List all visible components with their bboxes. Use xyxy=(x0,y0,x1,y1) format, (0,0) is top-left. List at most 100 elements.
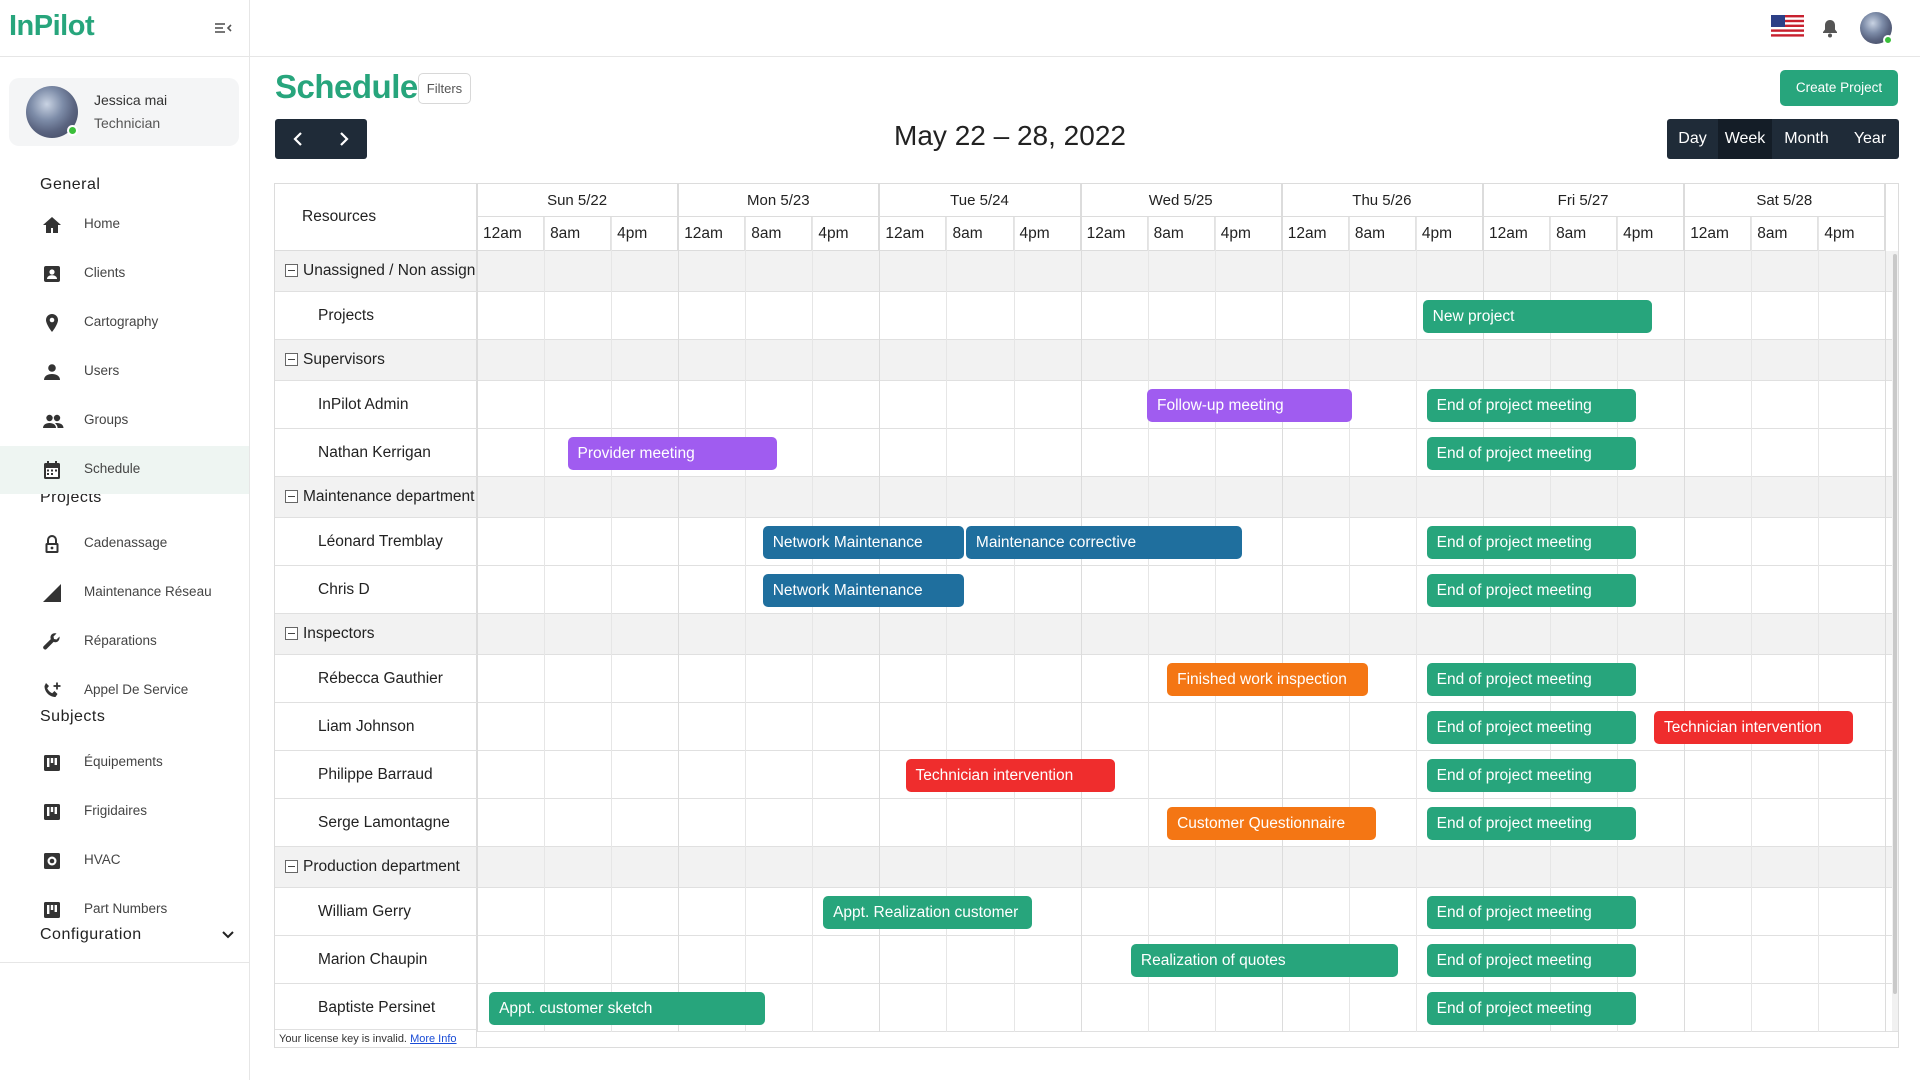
previous-week-button[interactable] xyxy=(275,119,321,159)
sidebar-item-label: Maintenance Réseau xyxy=(84,584,212,599)
resource-row: Marion Chaupin xyxy=(275,936,1898,984)
collapse-group-icon[interactable] xyxy=(285,264,298,277)
event-end-of-project-meeting[interactable]: End of project meeting xyxy=(1426,710,1636,744)
vertical-scrollbar[interactable] xyxy=(1892,251,1898,1031)
day-header: Sat 5/28 xyxy=(1684,184,1886,217)
event-technician-intervention[interactable]: Technician intervention xyxy=(1654,710,1854,744)
event-end-of-project-meeting[interactable]: End of project meeting xyxy=(1426,943,1636,977)
sidebar-item-maintenance-r-seau[interactable]: Maintenance Réseau xyxy=(0,569,249,617)
view-day-button[interactable]: Day xyxy=(1667,119,1718,159)
us-flag-icon[interactable] xyxy=(1771,15,1804,39)
resource-row: Projects xyxy=(275,292,1898,340)
event-maintenance-corrective[interactable]: Maintenance corrective xyxy=(965,525,1242,559)
collapse-sidebar-icon[interactable] xyxy=(212,18,234,38)
event-end-of-project-meeting[interactable]: End of project meeting xyxy=(1426,525,1636,559)
collapse-group-icon[interactable] xyxy=(285,627,298,640)
resource-cell: InPilot Admin xyxy=(275,381,477,428)
sidebar-item-home[interactable]: Home xyxy=(0,201,249,249)
resource-label: Serge Lamontagne xyxy=(318,813,450,831)
event-customer-questionnaire[interactable]: Customer Questionnaire xyxy=(1167,806,1377,840)
online-status-dot xyxy=(67,125,78,136)
next-week-button[interactable] xyxy=(321,119,367,159)
chevron-left-icon xyxy=(293,132,302,146)
resources-header: Resources xyxy=(275,184,477,251)
event-network-maintenance[interactable]: Network Maintenance xyxy=(762,573,964,607)
event-realization-of-quotes[interactable]: Realization of quotes xyxy=(1130,943,1399,977)
event-end-of-project-meeting[interactable]: End of project meeting xyxy=(1426,758,1636,792)
sidebar-item-cadenassage[interactable]: Cadenassage xyxy=(0,520,249,568)
event-appt-realization-customer[interactable]: Appt. Realization customer xyxy=(823,895,1033,929)
hour-header: 4pm xyxy=(1617,217,1685,251)
collapse-group-icon[interactable] xyxy=(285,353,298,366)
top-bar xyxy=(250,0,1920,57)
event-end-of-project-meeting[interactable]: End of project meeting xyxy=(1426,806,1636,840)
resource-group-row: Unassigned / Non assigned xyxy=(275,251,1898,292)
hour-header: 12am xyxy=(678,217,746,251)
sidebar-item-schedule[interactable]: Schedule xyxy=(0,446,249,494)
wrench-icon xyxy=(42,632,62,652)
board-icon xyxy=(42,900,62,920)
create-project-button[interactable]: Create Project xyxy=(1780,70,1898,106)
event-end-of-project-meeting[interactable]: End of project meeting xyxy=(1426,991,1636,1025)
grid-line xyxy=(745,217,747,1032)
resource-cell: Inspectors xyxy=(275,614,477,654)
resource-cell: Supervisors xyxy=(275,340,477,380)
sidebar-item--quipements[interactable]: Équipements xyxy=(0,739,249,787)
date-range-title: May 22 – 28, 2022 xyxy=(894,120,1126,151)
event-end-of-project-meeting[interactable]: End of project meeting xyxy=(1426,895,1636,929)
sidebar-divider xyxy=(0,962,249,963)
more-info-link[interactable]: More Info xyxy=(410,1033,456,1045)
resource-cell: Léonard Tremblay xyxy=(275,518,477,565)
event-network-maintenance[interactable]: Network Maintenance xyxy=(762,525,964,559)
hour-header: 8am xyxy=(1751,217,1819,251)
sidebar-item-label: Part Numbers xyxy=(84,901,168,916)
day-header: Sun 5/22 xyxy=(477,184,679,217)
notification-bell-icon[interactable] xyxy=(1821,18,1839,38)
sidebar-item-part-numbers[interactable]: Part Numbers xyxy=(0,886,249,934)
top-user-avatar[interactable] xyxy=(1860,12,1893,45)
sidebar-item-users[interactable]: Users xyxy=(0,348,249,396)
day-header: Wed 5/25 xyxy=(1080,184,1282,217)
resource-label: Liam Johnson xyxy=(318,717,415,735)
event-end-of-project-meeting[interactable]: End of project meeting xyxy=(1426,662,1636,696)
sidebar-item-hvac[interactable]: HVAC xyxy=(0,837,249,885)
event-follow-up-meeting[interactable]: Follow-up meeting xyxy=(1146,388,1353,422)
user-card[interactable]: Jessica mai Technician xyxy=(9,78,239,146)
day-header: Mon 5/23 xyxy=(678,184,880,217)
sidebar-item-groups[interactable]: Groups xyxy=(0,397,249,445)
view-month-button[interactable]: Month xyxy=(1772,119,1841,159)
collapse-group-icon[interactable] xyxy=(285,860,298,873)
sidebar-item-cartography[interactable]: Cartography xyxy=(0,299,249,347)
resource-label: Rébecca Gauthier xyxy=(318,669,443,687)
resource-cell: Liam Johnson xyxy=(275,703,477,750)
event-finished-work-inspection[interactable]: Finished work inspection xyxy=(1167,662,1369,696)
event-end-of-project-meeting[interactable]: End of project meeting xyxy=(1426,436,1636,470)
hour-header: 12am xyxy=(1684,217,1752,251)
view-week-button[interactable]: Week xyxy=(1718,119,1772,159)
sidebar-item-clients[interactable]: Clients xyxy=(0,250,249,298)
sidebar-item-frigidaires[interactable]: Frigidaires xyxy=(0,788,249,836)
app-logo[interactable]: InPilot xyxy=(9,10,95,43)
sidebar-item-r-parations[interactable]: Réparations xyxy=(0,618,249,666)
day-header: Thu 5/26 xyxy=(1281,184,1483,217)
hour-header: 12am xyxy=(1483,217,1551,251)
event-end-of-project-meeting[interactable]: End of project meeting xyxy=(1426,573,1636,607)
event-appt-customer-sketch[interactable]: Appt. customer sketch xyxy=(489,991,765,1025)
grid-line xyxy=(1080,184,1082,1032)
sidebar-item-label: HVAC xyxy=(84,852,121,867)
view-switcher: Day Week Month Year xyxy=(1667,119,1899,159)
sidebar-item-appel-de-service[interactable]: Appel De Service xyxy=(0,667,249,715)
view-year-button[interactable]: Year xyxy=(1841,119,1899,159)
event-new-project[interactable]: New project xyxy=(1422,299,1652,333)
collapse-group-icon[interactable] xyxy=(285,490,298,503)
event-technician-intervention[interactable]: Technician intervention xyxy=(905,758,1115,792)
scrollbar-thumb[interactable] xyxy=(1893,254,1897,994)
resource-row: Nathan Kerrigan xyxy=(275,429,1898,477)
resource-row: Rébecca Gauthier xyxy=(275,655,1898,703)
filters-button[interactable]: Filters xyxy=(418,73,471,104)
resource-group-row: Supervisors xyxy=(275,340,1898,381)
sidebar-item-label: Schedule xyxy=(84,461,141,476)
event-end-of-project-meeting[interactable]: End of project meeting xyxy=(1426,388,1636,422)
event-provider-meeting[interactable]: Provider meeting xyxy=(567,436,777,470)
grid-line xyxy=(1885,184,1887,1032)
